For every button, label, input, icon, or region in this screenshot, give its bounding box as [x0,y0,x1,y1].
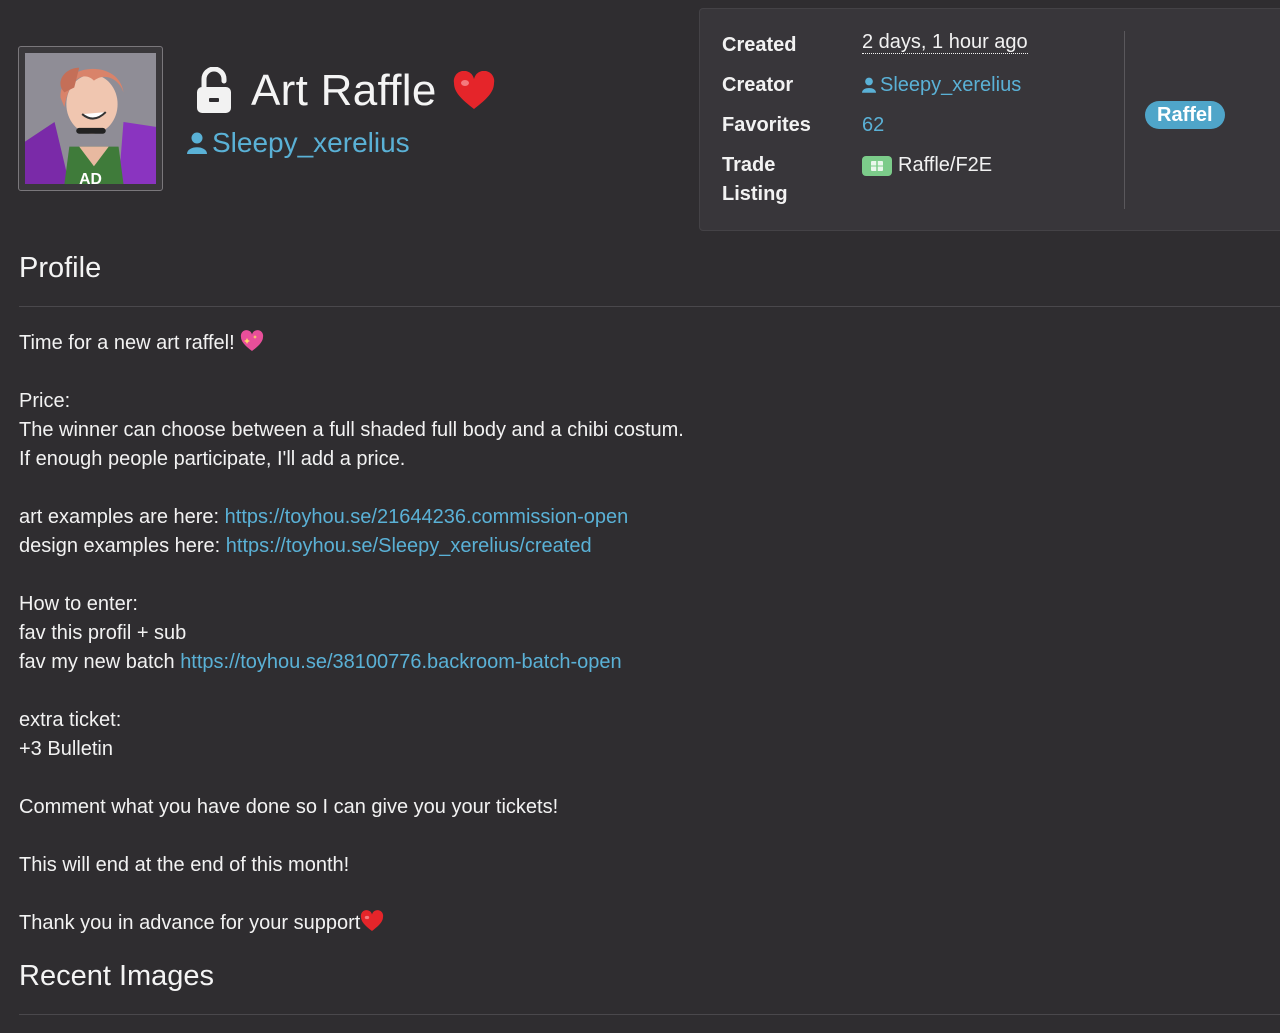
user-icon [862,77,876,93]
intro-text: Time for a new art raffel! [19,332,235,354]
trade-label-line1: Trade [722,154,776,176]
title-row: Art Raffle [195,66,495,116]
favorites-link[interactable]: 62 [862,111,884,140]
batch-link[interactable]: https://toyhou.se/38100776.backroom-batc… [180,651,621,673]
thanks-line: Thank you in advance for your support [19,909,1219,938]
profile-heading: Profile [19,252,102,284]
price-line-2: If enough people participate, I'll add a… [19,448,406,470]
heart-emoji-icon [361,910,384,931]
created-label: Created [722,34,797,56]
creator-link[interactable]: Sleepy_xerelius [880,71,1021,100]
extra-ticket-label: extra ticket: [19,709,122,731]
trade-listing-icon [862,156,892,176]
design-examples-link[interactable]: https://toyhou.se/Sleepy_xerelius/create… [226,535,592,557]
creator-row: Creator Sleepy_xerelius [722,71,1028,100]
sparkling-heart-icon [241,330,264,351]
how-to-enter: How to enter: [19,593,138,615]
enter-line-2-label: fav my new batch [19,651,181,673]
panel-divider [1124,31,1125,209]
extra-ticket-line: +3 Bulletin [19,738,113,760]
trade-listing-value: Raffle/F2E [898,154,993,176]
enter-line-2: fav my new batch https://toyhou.se/38100… [19,648,1219,677]
art-examples-line: art examples are here: https://toyhou.se… [19,503,1219,532]
design-examples-line: design examples here: https://toyhou.se/… [19,532,1219,561]
thanks-text: Thank you in advance for your support [19,912,361,934]
profile-body: Time for a new art raffel! Price: The wi… [19,329,1219,938]
price-label: Price: [19,390,71,412]
recent-images-divider [19,1014,1280,1015]
price-line-1: The winner can choose between a full sha… [19,419,684,441]
trade-listing-row: Trade Listing Raffle/F2E [722,151,1028,209]
design-examples-label: design examples here: [19,535,226,557]
creator-label: Creator [722,74,794,96]
created-value: 2 days, 1 hour ago [862,31,1028,54]
intro-line: Time for a new art raffel! [19,329,1219,358]
favorites-label: Favorites [722,114,811,136]
comment-line: Comment what you have done so I can give… [19,796,559,818]
profile-divider [19,306,1280,307]
heart-emoji-icon [453,71,494,109]
created-row: Created 2 days, 1 hour ago [722,31,1028,60]
info-panel: Created 2 days, 1 hour ago Creator Sleep… [699,8,1280,231]
art-examples-label: art examples are here: [19,506,225,528]
owner-row: Sleepy_xerelius [187,127,410,159]
end-line: This will end at the end of this month! [19,854,350,876]
owner-link[interactable]: Sleepy_xerelius [212,127,410,159]
tag-badge[interactable]: Raffel [1145,101,1225,129]
favorites-row: Favorites 62 [722,111,1028,140]
avatar-image: AD [25,53,156,184]
enter-line-1: fav this profil + sub [19,622,187,644]
recent-images-heading: Recent Images [19,960,215,992]
user-icon [187,132,207,154]
character-avatar[interactable]: AD [18,46,163,191]
trade-label-line2: Listing [722,183,788,205]
unlocked-icon [197,67,231,113]
trade-listing-label: Trade Listing [722,151,862,209]
svg-text:AD: AD [79,171,102,184]
art-examples-link[interactable]: https://toyhou.se/21644236.commission-op… [225,506,629,528]
page-title: Art Raffle [251,66,437,115]
